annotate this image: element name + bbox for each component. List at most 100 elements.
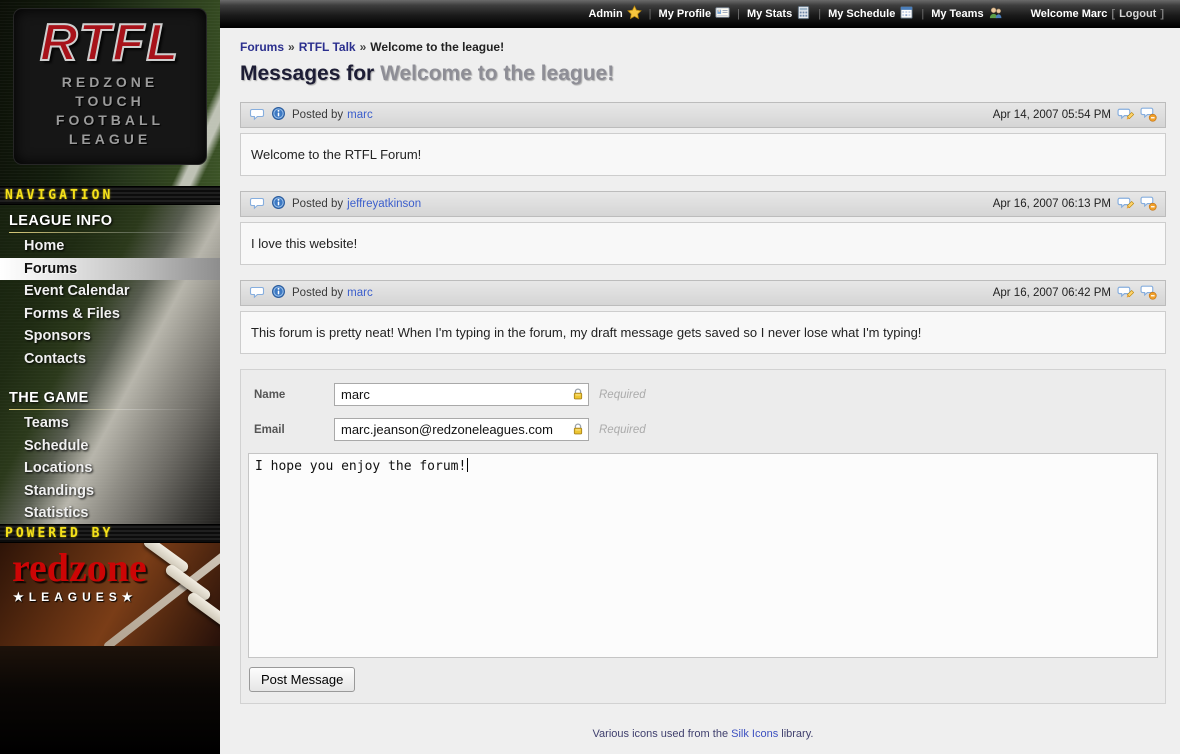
- email-row: Email Required: [254, 418, 1158, 441]
- menu-my-profile[interactable]: My Profile: [659, 5, 731, 23]
- author-link[interactable]: marc: [347, 287, 373, 299]
- redzone-logo-name: redzone: [12, 548, 220, 588]
- required-hint: Required: [599, 424, 646, 436]
- menu-my-profile-label: My Profile: [659, 8, 712, 20]
- comment-delete-icon[interactable]: [1140, 194, 1157, 214]
- sidebar: RTFL REDZONE TOUCH FOOTBALL LEAGUE NAVIG…: [0, 0, 220, 754]
- top-bar: Admin | My Profile | My Stats | My Sched…: [220, 0, 1180, 28]
- sidebar-item-locations[interactable]: Locations: [0, 457, 220, 480]
- message-body: This forum is pretty neat! When I'm typi…: [240, 311, 1166, 354]
- sidebar-item-home[interactable]: Home: [0, 235, 220, 258]
- posted-by-label: Posted by: [292, 198, 343, 210]
- star-icon: [627, 5, 642, 23]
- message-timestamp: Apr 16, 2007 06:13 PM: [993, 198, 1111, 210]
- breadcrumb-link-forums[interactable]: Forums: [240, 40, 284, 54]
- author-link[interactable]: marc: [347, 109, 373, 121]
- author-link[interactable]: jeffreyatkinson: [347, 198, 421, 210]
- sidebar-item-statistics[interactable]: Statistics: [0, 502, 220, 525]
- posted-by-label: Posted by: [292, 109, 343, 121]
- message-header: Posted by marc Apr 16, 2007 06:42 PM: [240, 280, 1166, 306]
- navigation-banner: NAVIGATION: [0, 186, 220, 205]
- post-form: Name Required Email Required I hope you …: [240, 369, 1166, 704]
- email-label: Email: [254, 424, 334, 436]
- menu-admin[interactable]: Admin: [588, 5, 641, 23]
- breadcrumb-link-rtfl-talk[interactable]: RTFL Talk: [299, 40, 356, 54]
- posted-by-label: Posted by: [292, 287, 343, 299]
- comment-icon: [249, 195, 265, 214]
- message: Posted by jeffreyatkinson Apr 16, 2007 0…: [240, 191, 1166, 265]
- name-label: Name: [254, 389, 334, 401]
- page-title-topic: Welcome to the league!: [380, 62, 614, 85]
- logout-link[interactable]: Logout: [1119, 8, 1156, 20]
- sidebar-item-contacts[interactable]: Contacts: [0, 348, 220, 371]
- name-row: Name Required: [254, 383, 1158, 406]
- sidebar-item-schedule[interactable]: Schedule: [0, 435, 220, 458]
- calculator-icon: [796, 5, 811, 23]
- section-header-the-game: THE GAME: [0, 382, 220, 412]
- button-row: Post Message: [249, 667, 1158, 692]
- menu-my-schedule[interactable]: My Schedule: [828, 5, 914, 23]
- page-title-prefix: Messages for: [240, 62, 380, 85]
- comment-delete-icon[interactable]: [1140, 105, 1157, 125]
- required-hint: Required: [599, 389, 646, 401]
- rtfl-logo: RTFL REDZONE TOUCH FOOTBALL LEAGUE: [14, 9, 206, 164]
- lock-icon: [571, 387, 585, 406]
- comment-delete-icon[interactable]: [1140, 283, 1157, 303]
- message-body: Welcome to the RTFL Forum!: [240, 133, 1166, 176]
- sidebar-item-forums[interactable]: Forums: [0, 258, 220, 281]
- menu-my-teams[interactable]: My Teams: [931, 5, 1002, 23]
- comment-edit-icon[interactable]: [1117, 194, 1134, 214]
- sidebar-bottom-fill: [0, 646, 220, 754]
- breadcrumb: Forums»RTFL Talk»Welcome to the league!: [240, 40, 1166, 54]
- topbar-separator: |: [737, 8, 740, 20]
- name-field[interactable]: [334, 383, 589, 406]
- rtfl-logo-line: REDZONE: [14, 73, 206, 92]
- info-icon[interactable]: [271, 284, 286, 302]
- topbar-separator: |: [818, 8, 821, 20]
- comment-edit-icon[interactable]: [1117, 105, 1134, 125]
- powered-by-banner: POWERED BY: [0, 524, 220, 543]
- rtfl-logo-title: RTFL: [14, 13, 206, 73]
- lock-icon: [571, 422, 585, 441]
- sidebar-item-teams[interactable]: Teams: [0, 412, 220, 435]
- rtfl-logo-line: TOUCH: [14, 92, 206, 111]
- menu-my-stats-label: My Stats: [747, 8, 792, 20]
- calendar-icon: [899, 5, 914, 23]
- redzone-logo-sub: ★LEAGUES★: [13, 590, 220, 604]
- info-icon[interactable]: [271, 195, 286, 213]
- footer-credits-icons: Various icons used from the Silk Icons l…: [240, 721, 1166, 747]
- redzone-leagues-logo[interactable]: redzone ★LEAGUES★: [0, 548, 220, 604]
- topbar-separator: |: [649, 8, 652, 20]
- message-header: Posted by marc Apr 14, 2007 05:54 PM: [240, 102, 1166, 128]
- footer: Various icons used from the Silk Icons l…: [240, 721, 1166, 754]
- footer-text: Various icons used from the: [593, 728, 732, 740]
- message-body: I love this website!: [240, 222, 1166, 265]
- comment-edit-icon[interactable]: [1117, 283, 1134, 303]
- message-timestamp: Apr 14, 2007 05:54 PM: [993, 109, 1111, 121]
- sidebar-item-standings[interactable]: Standings: [0, 480, 220, 503]
- breadcrumb-current: Welcome to the league!: [370, 40, 504, 54]
- text-caret: [467, 458, 468, 472]
- email-field[interactable]: [334, 418, 589, 441]
- info-icon[interactable]: [271, 106, 286, 124]
- topbar-separator: |: [921, 8, 924, 20]
- sidebar-item-forms-files[interactable]: Forms & Files: [0, 303, 220, 326]
- post-message-button[interactable]: Post Message: [249, 667, 355, 692]
- logout-bracket: ]: [1160, 8, 1164, 20]
- breadcrumb-separator: »: [360, 40, 367, 54]
- footer-text: library.: [778, 728, 813, 740]
- message: Posted by marc Apr 14, 2007 05:54 PM Wel…: [240, 102, 1166, 176]
- menu-my-stats[interactable]: My Stats: [747, 5, 811, 23]
- sidebar-item-event-calendar[interactable]: Event Calendar: [0, 280, 220, 303]
- silk-icons-link[interactable]: Silk Icons: [731, 728, 778, 740]
- message-draft-text: I hope you enjoy the forum!: [255, 459, 466, 474]
- sidebar-item-sponsors[interactable]: Sponsors: [0, 325, 220, 348]
- footer-credits-menu: DHTML / JavaScript Menu by TwinHelix Des…: [240, 747, 1166, 754]
- welcome-text: Welcome Marc: [1031, 8, 1108, 20]
- rtfl-logo-line: LEAGUE: [14, 130, 206, 149]
- message-textarea[interactable]: I hope you enjoy the forum!: [248, 453, 1158, 658]
- vcard-icon: [715, 5, 730, 23]
- comment-icon: [249, 106, 265, 125]
- group-icon: [988, 5, 1003, 23]
- section-header-league-info: LEAGUE INFO: [0, 205, 220, 235]
